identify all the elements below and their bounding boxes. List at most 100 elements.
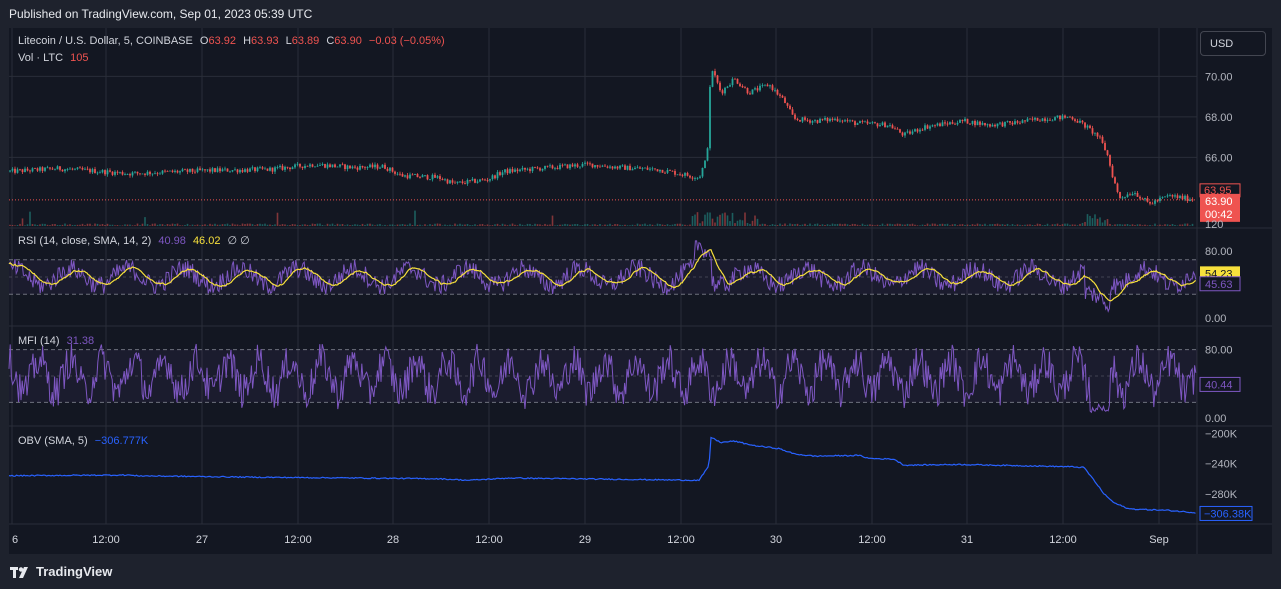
chart-canvas[interactable]: 70.0068.0066.0063.9563.9000:4212080.000.… <box>0 0 1281 589</box>
volume-bar <box>426 225 429 226</box>
candle-body <box>1131 193 1134 196</box>
candle-body <box>159 173 161 175</box>
candle-body <box>86 168 89 170</box>
volume-bar <box>56 225 59 226</box>
volume-bar <box>796 223 799 226</box>
volume-bar <box>964 224 966 226</box>
volume-bar <box>909 224 911 226</box>
volume-bar <box>341 224 344 226</box>
volume-bar <box>1074 224 1076 226</box>
volume-bar <box>949 225 951 226</box>
candle-body <box>554 167 556 169</box>
candle-body <box>806 119 809 121</box>
volume-bar <box>711 218 714 226</box>
volume-bar <box>406 224 409 226</box>
volume-bar <box>529 223 531 226</box>
volume-bar <box>1131 224 1134 226</box>
volume-bar <box>956 225 959 226</box>
mfi-value: 31.38 <box>66 335 95 347</box>
candle-body <box>464 183 466 184</box>
candle-body <box>691 177 694 179</box>
volume-bar <box>269 224 271 226</box>
candle-body <box>471 178 474 181</box>
candle-body <box>839 120 841 122</box>
volume-bar <box>591 224 594 226</box>
volume-bar <box>851 223 854 226</box>
candle-body <box>534 166 536 168</box>
candle-body <box>396 173 399 175</box>
volume-bar <box>196 224 199 226</box>
candle-body <box>256 167 259 172</box>
candle-body <box>269 167 271 171</box>
volume-bar <box>794 224 796 226</box>
volume-bar <box>789 223 791 226</box>
candle-body <box>731 78 734 86</box>
volume-bar <box>576 223 579 226</box>
candle-body <box>951 122 954 124</box>
candle-body <box>436 176 439 178</box>
price-tick-label: 68.00 <box>1205 112 1233 124</box>
candle-body <box>1079 120 1081 123</box>
volume-bar <box>584 224 586 226</box>
candle-body <box>106 170 109 175</box>
volume-bar <box>864 224 866 226</box>
candle-body <box>321 164 324 165</box>
volume-bar <box>819 224 821 226</box>
candle-body <box>1159 197 1161 201</box>
volume-bar <box>721 213 724 226</box>
candle-body <box>1069 116 1071 118</box>
candle-body <box>766 84 769 87</box>
volume-bar <box>414 210 416 226</box>
mfi-tick-label: 80.00 <box>1205 345 1233 357</box>
price-tick-label: 70.00 <box>1205 71 1233 83</box>
candle-body <box>996 123 999 127</box>
candle-body <box>764 84 766 86</box>
candle-body <box>429 179 431 181</box>
volume-bar <box>751 220 754 226</box>
time-tick-label: 12:00 <box>1049 534 1077 546</box>
volume-bar <box>996 223 999 226</box>
volume-bar <box>704 214 706 226</box>
candle-body <box>1104 142 1106 151</box>
volume-bar <box>781 224 784 226</box>
candle-body <box>311 164 314 167</box>
volume-bar <box>871 224 874 226</box>
tradingview-brand[interactable]: TradingView <box>10 564 112 579</box>
time-tick-label: 12:00 <box>667 534 695 546</box>
candle-body <box>831 118 834 120</box>
candle-body <box>689 175 691 178</box>
candle-body <box>984 122 986 126</box>
time-tick-label: 6 <box>12 534 18 546</box>
time-tick-label: 29 <box>579 534 591 546</box>
candle-body <box>521 167 524 170</box>
volume-bar <box>561 224 564 226</box>
volume-bar <box>924 224 926 226</box>
volume-bar <box>159 224 161 226</box>
candle-body <box>344 164 346 170</box>
volume-bar <box>1169 224 1171 226</box>
volume-bar <box>1036 223 1039 226</box>
candle-body <box>716 75 719 83</box>
candle-body <box>834 118 836 120</box>
candle-body <box>634 167 636 170</box>
volume-bar <box>621 225 624 226</box>
symbol-label: Litecoin / U.S. Dollar, 5, COINBASE <box>18 35 193 47</box>
volume-bar <box>1144 224 1146 226</box>
volume-bar <box>514 224 516 226</box>
volume-bar <box>1101 222 1104 226</box>
volume-bar <box>861 223 864 226</box>
volume-bar <box>1129 224 1131 226</box>
candle-body <box>584 162 586 164</box>
volume-bar <box>804 223 806 226</box>
candle-body <box>384 164 386 169</box>
volume-bar <box>746 222 749 226</box>
candle-body <box>1154 200 1156 204</box>
candle-body <box>259 167 261 169</box>
volume-bar <box>856 224 859 226</box>
candle-body <box>1141 198 1144 200</box>
candle-body <box>1076 120 1079 123</box>
currency-button[interactable]: USD <box>1200 31 1266 56</box>
candle-body <box>389 167 391 171</box>
volume-bar <box>96 223 99 226</box>
volume-bar <box>326 223 329 226</box>
